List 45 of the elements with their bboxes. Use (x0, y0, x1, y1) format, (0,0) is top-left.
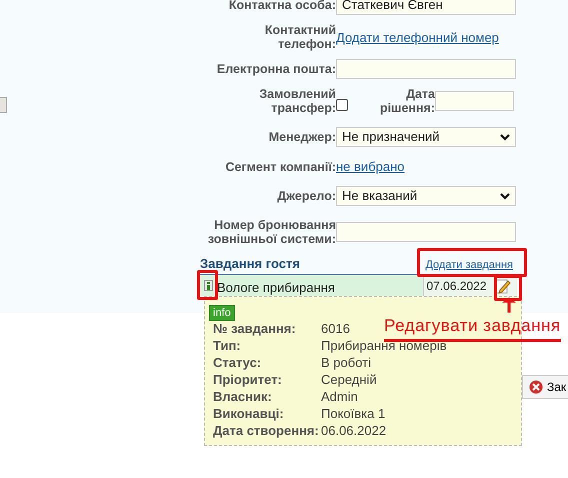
chevron-down-icon (500, 134, 510, 140)
chevron-down-icon (500, 192, 510, 200)
add-task-link[interactable]: Додати завдання (425, 259, 513, 271)
detail-label: № завдання: (213, 321, 297, 337)
dropdown[interactable]: Не вказаний (336, 186, 516, 206)
close-icon (529, 380, 543, 394)
annotation-text: Редагувати завдання (384, 316, 561, 342)
field-label: Замовлений трансфер: (258, 87, 336, 115)
field-label: Контактний телефон: (264, 23, 336, 51)
input-field[interactable]: Статкевич Євген (336, 0, 516, 15)
field-label: Джерело: (276, 189, 336, 203)
input-field[interactable] (336, 222, 516, 242)
detail-value: В роботі (321, 355, 371, 371)
field-label: Менеджер: (268, 130, 336, 144)
field-label: Номер бронювання зовнішньої системи: (206, 218, 336, 246)
section-title: Завдання гостя (200, 256, 300, 271)
info-badge: info (209, 305, 235, 321)
detail-value: Admin (321, 389, 358, 405)
close-button[interactable]: Зак (522, 375, 568, 399)
detail-label: Статус: (213, 355, 262, 371)
dropdown[interactable]: Не призначений (336, 127, 516, 147)
detail-value: Середній (321, 372, 377, 388)
checkbox[interactable] (336, 99, 348, 111)
detail-value: 6016 (321, 321, 350, 337)
date-field[interactable] (435, 91, 514, 111)
field-label: Сегмент компанії: (224, 160, 336, 174)
detail-label: Власник: (213, 389, 273, 405)
task-name: Вологе прибирання (217, 280, 336, 295)
detail-label: Пріоритет: (213, 372, 283, 388)
field-label: Електронна пошта: (216, 62, 336, 76)
input-field[interactable] (336, 59, 516, 79)
highlight-frame (197, 270, 218, 300)
detail-label: Виконавці: (213, 406, 285, 422)
link[interactable]: не вибрано (336, 159, 405, 174)
detail-value: 06.06.2022 (321, 423, 386, 439)
detail-value: Покоївка 1 (321, 406, 386, 422)
pencil-icon[interactable] (495, 278, 511, 294)
field-label: Дата рішення: (378, 87, 435, 115)
detail-label: Тип: (213, 338, 242, 354)
detail-label: Дата створення: (213, 423, 320, 439)
link[interactable]: Додати телефонний номер (336, 30, 499, 44)
field-label: Контактна особа: (228, 0, 336, 12)
info-icon[interactable] (204, 280, 213, 291)
task-row[interactable]: Вологе прибирання 07.06.2022 (200, 274, 517, 296)
task-date: 07.06.2022 (423, 275, 489, 296)
